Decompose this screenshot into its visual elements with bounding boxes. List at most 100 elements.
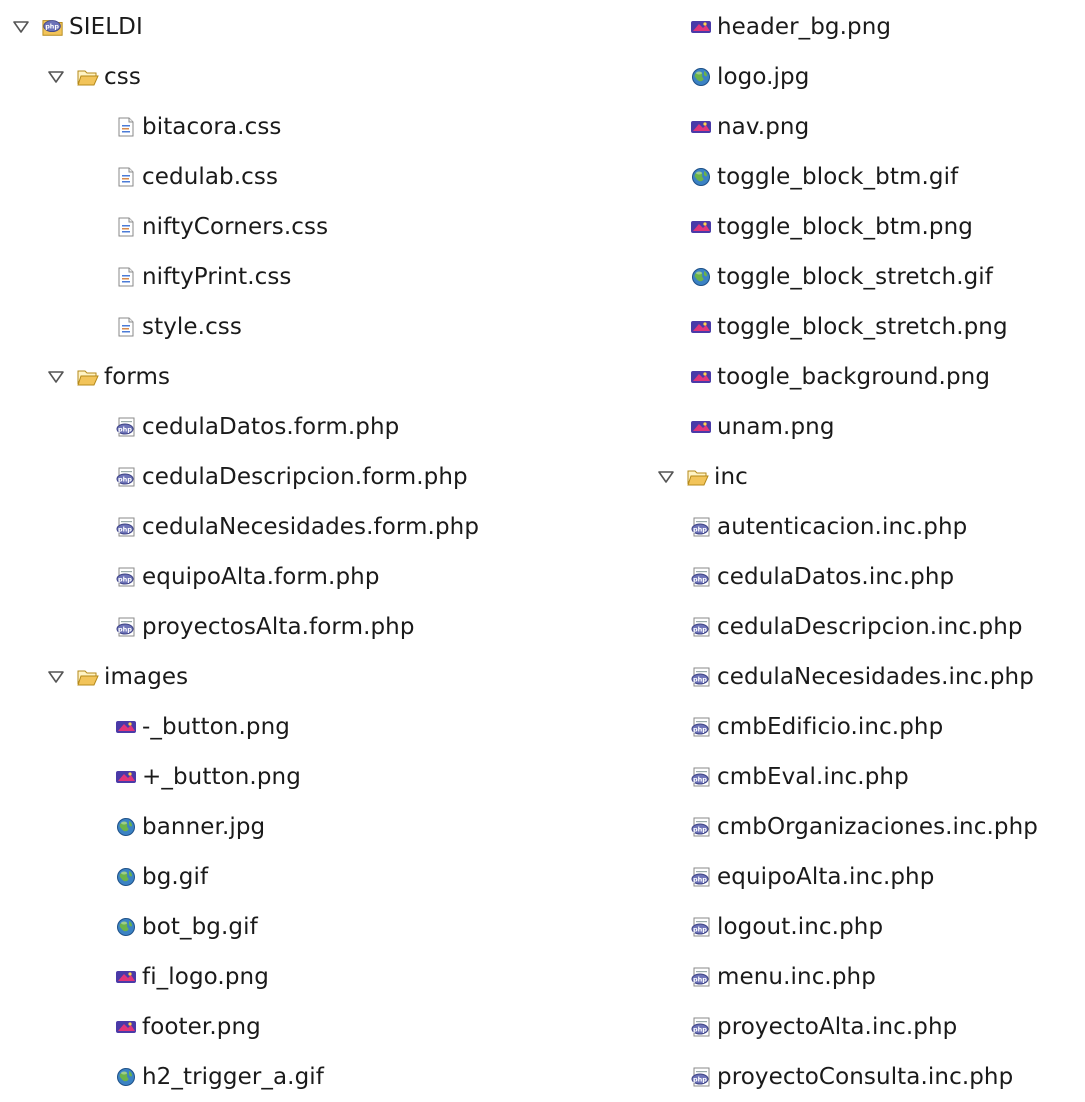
tree-folder-inc[interactable]: inc (655, 452, 748, 502)
tree-file-nav-png[interactable]: nav.png (690, 102, 809, 152)
svg-text:php: php (693, 825, 707, 833)
web-image-icon (115, 816, 137, 838)
tree-item-label: niftyPrint.css (142, 264, 292, 290)
php-file-icon: php (690, 516, 712, 538)
expand-toggle-icon[interactable] (45, 666, 67, 688)
tree-file-menu-inc-php[interactable]: php menu.inc.php (690, 952, 876, 1002)
tree-file-logo-jpg[interactable]: logo.jpg (690, 52, 809, 102)
tree-file-toggle-block-btm-png[interactable]: toggle_block_btm.png (690, 202, 973, 252)
tree-folder-forms[interactable]: forms (45, 352, 170, 402)
php-file-icon: php (115, 516, 137, 538)
tree-item-label: proyectoAlta.inc.php (717, 1014, 958, 1040)
tree-file-equipoalta-inc-php[interactable]: php equipoAlta.inc.php (690, 852, 934, 902)
png-image-icon (690, 416, 712, 438)
css-file-icon (115, 266, 137, 288)
tree-file-autenticacion-inc-php[interactable]: php autenticacion.inc.php (690, 502, 967, 552)
tree-item-label: h2_trigger_a.gif (142, 1064, 324, 1090)
png-image-icon (115, 1016, 137, 1038)
tree-item-label: banner.jpg (142, 814, 266, 840)
tree-item-label: bg.gif (142, 864, 209, 890)
tree-item-label: cmbOrganizaciones.inc.php (717, 814, 1038, 840)
tree-file-ceduladatos-form-php[interactable]: php cedulaDatos.form.php (115, 402, 399, 452)
tree-file-bitacora-css[interactable]: bitacora.css (115, 102, 282, 152)
tree-folder-images[interactable]: images (45, 652, 188, 702)
tree-item-label: cedulab.css (142, 164, 279, 190)
tree-file-h2-trigger-a-gif[interactable]: h2_trigger_a.gif (115, 1052, 324, 1102)
tree-file-cedulanecesidades-inc-php[interactable]: php cedulaNecesidades.inc.php (690, 652, 1034, 702)
php-file-icon: php (690, 716, 712, 738)
folder-open-icon (77, 666, 99, 688)
tree-file-bot-bg-gif[interactable]: bot_bg.gif (115, 902, 258, 952)
tree-file-button-png[interactable]: +_button.png (115, 752, 301, 802)
tree-item-label: cedulaDescripcion.inc.php (717, 614, 1023, 640)
php-file-icon: php (115, 566, 137, 588)
tree-item-label: cmbEdificio.inc.php (717, 714, 944, 740)
tree-file-unam-png[interactable]: unam.png (690, 402, 835, 452)
png-image-icon (690, 366, 712, 388)
svg-text:php: php (118, 475, 132, 483)
tree-file-logout-inc-php[interactable]: php logout.inc.php (690, 902, 883, 952)
tree-file-ceduladatos-inc-php[interactable]: php cedulaDatos.inc.php (690, 552, 954, 602)
png-image-icon (115, 716, 137, 738)
expand-toggle-icon[interactable] (10, 16, 32, 38)
tree-file-toggle-block-stretch-gif[interactable]: toggle_block_stretch.gif (690, 252, 993, 302)
tree-file-header-bg-png[interactable]: header_bg.png (690, 2, 891, 52)
svg-text:php: php (118, 575, 132, 583)
svg-text:php: php (693, 725, 707, 733)
php-file-icon: php (115, 416, 137, 438)
svg-text:php: php (118, 525, 132, 533)
tree-item-label: cedulaDescripcion.form.php (142, 464, 468, 490)
tree-file-cedulab-css[interactable]: cedulab.css (115, 152, 278, 202)
tree-item-label: cedulaDatos.form.php (142, 414, 400, 440)
svg-text:php: php (693, 525, 707, 533)
php-file-icon: php (690, 766, 712, 788)
tree-item-label: footer.png (142, 1014, 261, 1040)
tree-file-cmbedificio-inc-php[interactable]: php cmbEdificio.inc.php (690, 702, 943, 752)
tree-file-ceduladescripcion-inc-php[interactable]: php cedulaDescripcion.inc.php (690, 602, 1023, 652)
tree-file-proyectosalta-form-php[interactable]: php proyectosAlta.form.php (115, 602, 415, 652)
tree-item-label: unam.png (717, 414, 835, 440)
tree-file-toogle-background-png[interactable]: toogle_background.png (690, 352, 990, 402)
css-file-icon (115, 166, 137, 188)
tree-file-bg-gif[interactable]: bg.gif (115, 852, 208, 902)
tree-file-proyectoconsulta-inc-php[interactable]: php proyectoConsulta.inc.php (690, 1052, 1013, 1102)
tree-item-label: cedulaDatos.inc.php (717, 564, 955, 590)
php-file-icon: php (690, 816, 712, 838)
php-file-icon: php (690, 916, 712, 938)
tree-file-button-png[interactable]: -_button.png (115, 702, 290, 752)
web-image-icon (690, 166, 712, 188)
tree-file-ceduladescripcion-form-php[interactable]: php cedulaDescripcion.form.php (115, 452, 468, 502)
folder-open-icon (687, 466, 709, 488)
tree-item-label: niftyCorners.css (142, 214, 329, 240)
expand-toggle-icon[interactable] (45, 66, 67, 88)
tree-file-niftyprint-css[interactable]: niftyPrint.css (115, 252, 292, 302)
tree-file-cmborganizaciones-inc-php[interactable]: php cmbOrganizaciones.inc.php (690, 802, 1038, 852)
tree-file-toggle-block-stretch-png[interactable]: toggle_block_stretch.png (690, 302, 1008, 352)
expand-toggle-icon[interactable] (655, 466, 677, 488)
php-file-icon: php (690, 866, 712, 888)
tree-item-label: css (104, 64, 141, 90)
tree-file-niftycorners-css[interactable]: niftyCorners.css (115, 202, 328, 252)
tree-file-equipoalta-form-php[interactable]: php equipoAlta.form.php (115, 552, 380, 602)
web-image-icon (115, 916, 137, 938)
php-file-icon: php (690, 966, 712, 988)
php-file-icon: php (115, 466, 137, 488)
tree-file-toggle-block-btm-gif[interactable]: toggle_block_btm.gif (690, 152, 958, 202)
tree-file-cedulanecesidades-form-php[interactable]: php cedulaNecesidades.form.php (115, 502, 479, 552)
expand-toggle-icon[interactable] (45, 366, 67, 388)
tree-folder-sieldi[interactable]: php SIELDI (10, 2, 143, 52)
php-file-icon: php (690, 616, 712, 638)
tree-item-label: toggle_block_btm.gif (717, 164, 959, 190)
tree-item-label: cmbEval.inc.php (717, 764, 909, 790)
tree-file-footer-png[interactable]: footer.png (115, 1002, 261, 1052)
tree-file-cmbeval-inc-php[interactable]: php cmbEval.inc.php (690, 752, 909, 802)
tree-file-banner-jpg[interactable]: banner.jpg (115, 802, 265, 852)
css-file-icon (115, 116, 137, 138)
folder-open-icon (77, 366, 99, 388)
tree-file-fi-logo-png[interactable]: fi_logo.png (115, 952, 269, 1002)
tree-item-label: inc (714, 464, 748, 490)
tree-file-style-css[interactable]: style.css (115, 302, 242, 352)
tree-item-label: SIELDI (69, 14, 143, 40)
tree-folder-css[interactable]: css (45, 52, 141, 102)
tree-file-proyectoalta-inc-php[interactable]: php proyectoAlta.inc.php (690, 1002, 957, 1052)
